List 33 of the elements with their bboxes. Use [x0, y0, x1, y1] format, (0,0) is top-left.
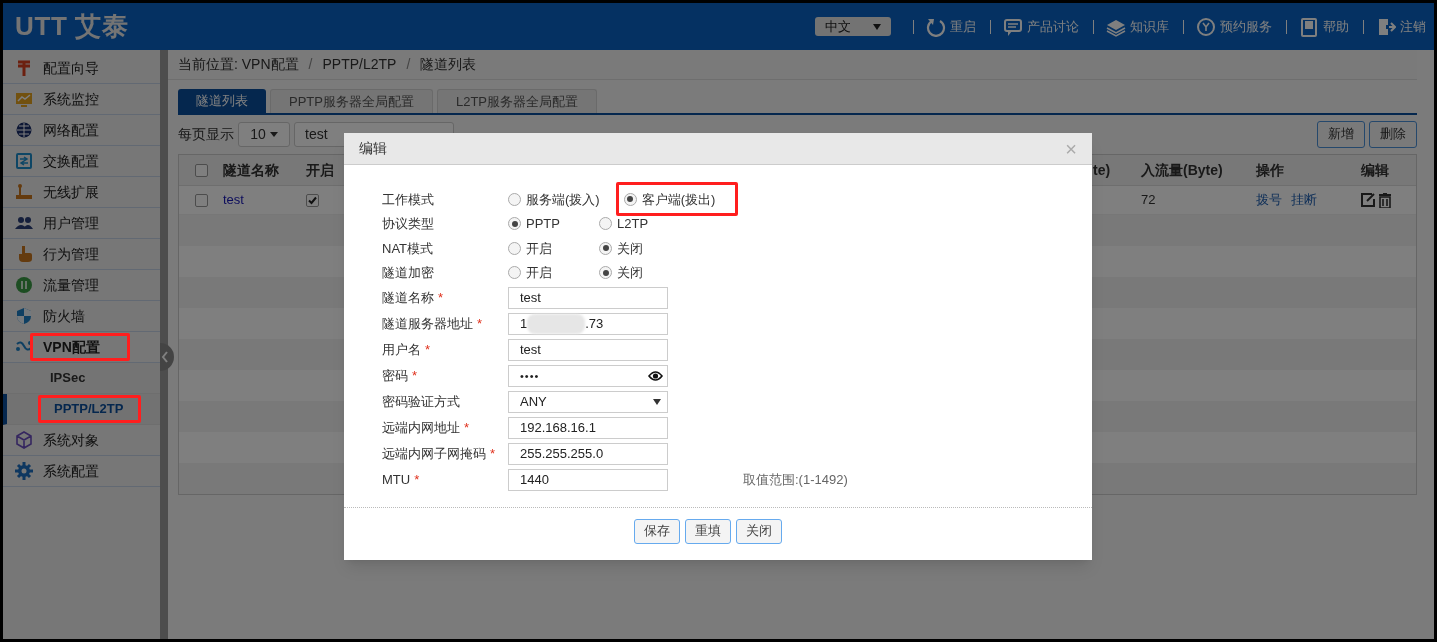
field-label: 隧道名称: [382, 289, 434, 308]
field-label: 远端内网子网掩码: [382, 445, 486, 464]
hint-text: 取值范围:(1-1492): [743, 471, 848, 490]
field-label: 隧道服务器地址: [382, 315, 473, 334]
column-header: te): [1093, 160, 1111, 180]
field-label: 密码: [382, 367, 408, 386]
per-page-label: 每页显示: [178, 124, 234, 144]
required-mark: *: [414, 471, 420, 490]
breadcrumb-separator: /: [406, 55, 411, 74]
required-mark: *: [438, 289, 444, 308]
field-label: 协议类型: [382, 215, 434, 233]
column-header: 隧道名称: [223, 160, 279, 180]
column-header: 操作: [1256, 160, 1284, 180]
required-mark: *: [490, 445, 496, 464]
column-header: 开启: [306, 160, 334, 180]
field-label: 隧道加密: [382, 264, 434, 282]
field-label: MTU: [382, 471, 411, 490]
breadcrumb-separator: /: [308, 55, 313, 74]
field-label: 远端内网地址: [382, 419, 460, 438]
field-label: 用户名: [382, 341, 421, 360]
field-label: 工作模式: [382, 190, 434, 209]
column-header: 编辑: [1361, 160, 1389, 180]
required-mark: *: [477, 315, 483, 334]
column-header: 入流量(Byte): [1141, 160, 1223, 180]
logo: UTT 艾泰: [15, 10, 129, 43]
table-cell-text: 72: [1141, 191, 1156, 210]
field-label: 密码验证方式: [382, 393, 460, 412]
required-mark: *: [464, 419, 470, 438]
required-mark: *: [425, 341, 431, 360]
field-label: NAT模式: [382, 239, 434, 258]
breadcrumb-item: 隧道列表: [420, 55, 477, 74]
dialog-title: 编辑: [359, 139, 387, 158]
required-mark: *: [412, 367, 418, 386]
